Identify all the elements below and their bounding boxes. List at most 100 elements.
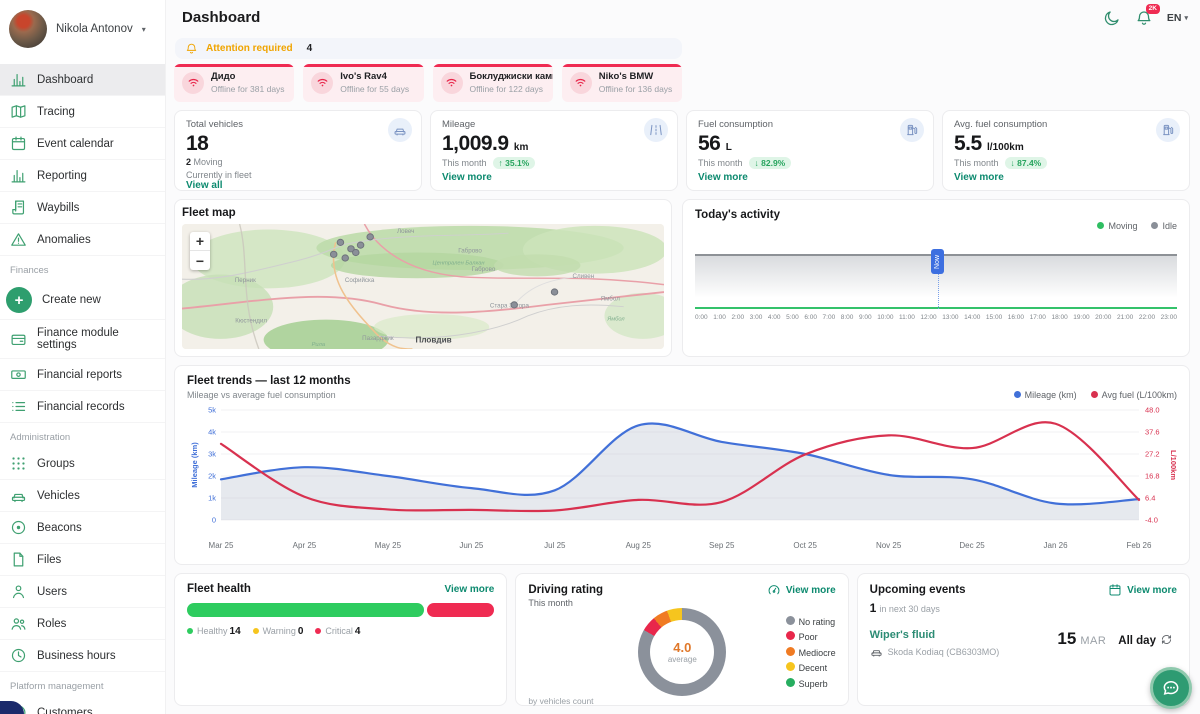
vehicle-name: Боклуджиски камион bbox=[470, 71, 553, 82]
language-selector[interactable]: EN ▾ bbox=[1167, 12, 1188, 24]
plus-icon: + bbox=[6, 287, 32, 313]
legend-item: Avg fuel (L/100km) bbox=[1091, 390, 1177, 400]
now-marker-badge: Now bbox=[931, 249, 944, 274]
upcoming-events-view-more[interactable]: View more bbox=[1108, 583, 1177, 597]
sidebar-item-users[interactable]: Users bbox=[0, 576, 165, 608]
svg-text:0: 0 bbox=[212, 516, 216, 525]
dark-mode-toggle[interactable] bbox=[1103, 9, 1121, 27]
svg-text:May 25: May 25 bbox=[375, 541, 402, 550]
sidebar-item-roles[interactable]: Roles bbox=[0, 608, 165, 640]
stat-card-total-vehicles: Total vehicles182 MovingCurrently in fle… bbox=[174, 110, 422, 191]
stat-card-mileage: Mileage1,009.9 kmThis month↑ 35.1%View m… bbox=[430, 110, 678, 191]
x-tick-label: 18:00 bbox=[1051, 314, 1067, 321]
fleet-map-title: Fleet map bbox=[182, 207, 664, 219]
attention-vehicle-card[interactable]: Ivo's Rav4Offline for 55 days bbox=[303, 64, 423, 102]
attention-vehicle-card[interactable]: Niko's BMWOffline for 136 days bbox=[562, 64, 682, 102]
x-tick-label: 1:00 bbox=[713, 314, 726, 321]
sidebar-item-groups[interactable]: Groups bbox=[0, 448, 165, 480]
zoom-in-button[interactable]: + bbox=[190, 232, 210, 251]
fleet-health-title: Fleet health bbox=[187, 583, 251, 595]
event-time: All day bbox=[1118, 635, 1156, 647]
sidebar-item-create-new[interactable]: +Create new bbox=[0, 281, 165, 320]
stat-link[interactable]: View all bbox=[186, 180, 410, 191]
svg-text:Dec 25: Dec 25 bbox=[959, 541, 985, 550]
svg-text:Сливен: Сливен bbox=[572, 273, 594, 280]
x-tick-label: 17:00 bbox=[1030, 314, 1046, 321]
sidebar-item-files[interactable]: Files bbox=[0, 544, 165, 576]
notifications-button[interactable]: 2K bbox=[1135, 9, 1153, 27]
chat-fab-button[interactable] bbox=[1150, 667, 1192, 709]
events-list: Wiper's fluidSkoda Kodiaq (CB6303MO)15MA… bbox=[870, 615, 1177, 658]
svg-text:16.8: 16.8 bbox=[1145, 472, 1160, 481]
stat-link[interactable]: View more bbox=[954, 172, 1178, 183]
driving-rating-view-more[interactable]: View more bbox=[767, 583, 836, 597]
vehicle-status: Offline for 136 days bbox=[599, 84, 673, 94]
svg-text:Nov 25: Nov 25 bbox=[876, 541, 902, 550]
sidebar-item-financial-records[interactable]: Financial records bbox=[0, 391, 165, 423]
sidebar-item-label: Financial reports bbox=[37, 369, 122, 381]
avatar[interactable] bbox=[9, 10, 47, 48]
event-item[interactable]: Wiper's fluidSkoda Kodiaq (CB6303MO)15MA… bbox=[870, 629, 1177, 658]
x-tick-label: 9:00 bbox=[859, 314, 872, 321]
svg-text:Jan 26: Jan 26 bbox=[1044, 541, 1069, 550]
wifi-offline-icon bbox=[441, 72, 463, 94]
svg-text:Стара Загора: Стара Загора bbox=[490, 303, 530, 310]
health-bar-segment-critical bbox=[427, 603, 495, 617]
sidebar-item-dashboard[interactable]: Dashboard bbox=[0, 64, 165, 96]
svg-text:Централен Балкан: Централен Балкан bbox=[432, 261, 484, 267]
svg-text:37.6: 37.6 bbox=[1145, 428, 1160, 437]
attention-vehicle-card[interactable]: ДидоOffline for 381 days bbox=[174, 64, 294, 102]
beacon-icon bbox=[10, 519, 27, 536]
attention-count: 4 bbox=[307, 43, 313, 54]
zoom-out-button[interactable]: − bbox=[190, 251, 210, 270]
attention-vehicle-card[interactable]: Боклуджиски камион Offline for 122 days bbox=[433, 64, 553, 102]
car-icon bbox=[10, 487, 27, 504]
sidebar-item-label: Finance module settings bbox=[37, 327, 155, 351]
waybill-icon bbox=[10, 199, 27, 216]
stat-link[interactable]: View more bbox=[698, 172, 922, 183]
stat-title: Avg. fuel consumption bbox=[954, 119, 1178, 130]
stat-card-avg-fuel-consumption: Avg. fuel consumption5.5 l/100kmThis mon… bbox=[942, 110, 1190, 191]
language-label: EN bbox=[1167, 12, 1182, 24]
vehicle-status: Offline for 122 days bbox=[470, 84, 553, 94]
sidebar-item-financial-reports[interactable]: Financial reports bbox=[0, 359, 165, 391]
sidebar-item-waybills[interactable]: Waybills bbox=[0, 192, 165, 224]
stat-link[interactable]: View more bbox=[442, 172, 666, 183]
stat-delta-badge: ↓ 82.9% bbox=[749, 157, 792, 169]
event-title[interactable]: Wiper's fluid bbox=[870, 629, 1000, 641]
attention-banner[interactable]: Attention required 4 bbox=[175, 38, 682, 59]
users-icon bbox=[10, 615, 27, 632]
sidebar-item-event-calendar[interactable]: Event calendar bbox=[0, 128, 165, 160]
events-count-value: 1 bbox=[870, 601, 877, 615]
sidebar-item-reporting[interactable]: Reporting bbox=[0, 160, 165, 192]
fleet-health-view-more[interactable]: View more bbox=[444, 584, 494, 595]
health-bar-segment-healthy bbox=[187, 603, 424, 617]
fleet-map[interactable]: ЛовечГабровоГабровоЦентрален БалканПерни… bbox=[182, 224, 664, 349]
upcoming-events-view-more-label: View more bbox=[1127, 585, 1177, 596]
sidebar-item-beacons[interactable]: Beacons bbox=[0, 512, 165, 544]
sidebar-item-vehicles[interactable]: Vehicles bbox=[0, 480, 165, 512]
stat-value: 56 L bbox=[698, 133, 922, 154]
sidebar-item-tracing[interactable]: Tracing bbox=[0, 96, 165, 128]
legend-item: Idle bbox=[1151, 221, 1177, 231]
sidebar-item-anomalies[interactable]: Anomalies bbox=[0, 224, 165, 256]
fuel-icon bbox=[1156, 118, 1180, 142]
alert-bar bbox=[303, 64, 423, 67]
svg-text:3k: 3k bbox=[208, 450, 216, 459]
svg-text:Jun 25: Jun 25 bbox=[459, 541, 484, 550]
alert-bar bbox=[562, 64, 682, 67]
sidebar-item-customers[interactable]: Customers bbox=[0, 697, 165, 714]
moving-series-line bbox=[695, 307, 1177, 309]
chevron-down-icon: ▾ bbox=[142, 25, 146, 34]
user-menu[interactable]: Nikola Antonov ▾ bbox=[0, 0, 165, 64]
sidebar-item-finance-module-settings[interactable]: Finance module settings bbox=[0, 320, 165, 359]
svg-text:2k: 2k bbox=[208, 472, 216, 481]
stat-card-fuel-consumption: Fuel consumption56 LThis month↓ 82.9%Vie… bbox=[686, 110, 934, 191]
sidebar-item-business-hours[interactable]: Business hours bbox=[0, 640, 165, 672]
stat-title: Total vehicles bbox=[186, 119, 410, 130]
app-window: Nikola Antonov ▾ DashboardTracingEvent c… bbox=[0, 0, 1200, 714]
legend-item: Warning0 bbox=[253, 626, 304, 637]
calendar-icon bbox=[1108, 583, 1122, 597]
driving-rating-card: Driving rating View more This month 4.0 … bbox=[515, 573, 848, 706]
x-tick-label: 3:00 bbox=[750, 314, 763, 321]
